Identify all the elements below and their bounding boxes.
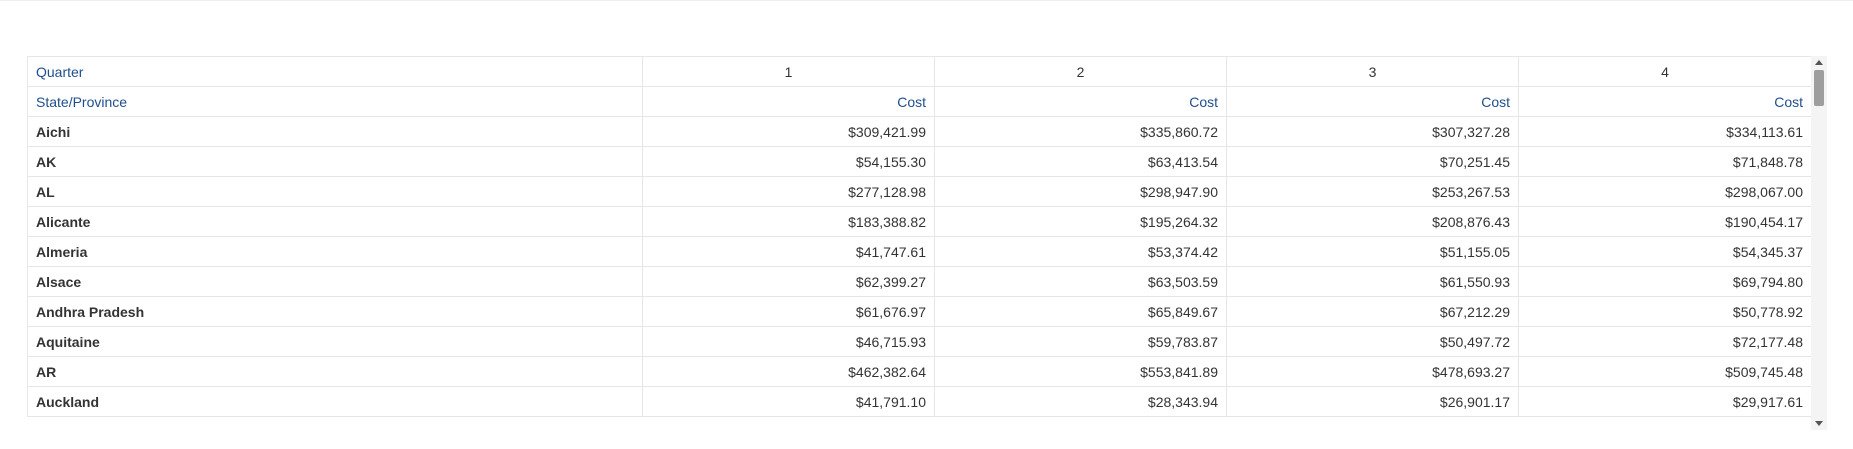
cost-cell-q2[interactable]: $553,841.89 xyxy=(934,356,1227,387)
row-header-state-province[interactable]: Alicante xyxy=(27,206,643,237)
cost-cell-q2[interactable]: $195,264.32 xyxy=(934,206,1227,237)
table-row: Almeria $41,747.61 $53,374.42 $51,155.05 $54… xyxy=(27,236,1812,267)
cost-cell-q2[interactable]: $298,947.90 xyxy=(934,176,1227,207)
cost-cell-q1[interactable]: $62,399.27 xyxy=(642,266,935,297)
cost-cell-q2[interactable]: $28,343.94 xyxy=(934,386,1227,417)
row-header-state-province[interactable]: AK xyxy=(27,146,643,177)
cost-cell-q1[interactable]: $183,388.82 xyxy=(642,206,935,237)
row-header-state-province[interactable]: Andhra Pradesh xyxy=(27,296,643,327)
cost-cell-q4[interactable]: $69,794.80 xyxy=(1518,266,1812,297)
cost-cell-q3[interactable]: $70,251.45 xyxy=(1226,146,1519,177)
row-header-state-province[interactable]: Auckland xyxy=(27,386,643,417)
table-row: Aquitaine $46,715.93 $59,783.87 $50,497.72 $… xyxy=(27,326,1812,357)
cost-cell-q3[interactable]: $61,550.93 xyxy=(1226,266,1519,297)
cost-cell-q1[interactable]: $54,155.30 xyxy=(642,146,935,177)
quarter-header-1[interactable]: 1 xyxy=(642,56,935,87)
cost-cell-q3[interactable]: $50,497.72 xyxy=(1226,326,1519,357)
pivot-grid: Quarter 1 2 3 4 State/Province Cost Cost… xyxy=(27,56,1827,430)
cost-cell-q2[interactable]: $63,503.59 xyxy=(934,266,1227,297)
cost-cell-q2[interactable]: $63,413.54 xyxy=(934,146,1227,177)
cost-cell-q3[interactable]: $478,693.27 xyxy=(1226,356,1519,387)
cost-cell-q4[interactable]: $50,778.92 xyxy=(1518,296,1812,327)
cost-cell-q4[interactable]: $29,917.61 xyxy=(1518,386,1812,417)
cost-cell-q1[interactable]: $61,676.97 xyxy=(642,296,935,327)
quarter-header-row: Quarter 1 2 3 4 xyxy=(27,56,1812,87)
cost-cell-q1[interactable]: $462,382.64 xyxy=(642,356,935,387)
cost-cell-q4[interactable]: $72,177.48 xyxy=(1518,326,1812,357)
measure-header-cost[interactable]: Cost xyxy=(642,86,935,117)
pivot-table: Quarter 1 2 3 4 State/Province Cost Cost… xyxy=(27,56,1812,417)
cost-cell-q2[interactable]: $59,783.87 xyxy=(934,326,1227,357)
cost-cell-q4[interactable]: $190,454.17 xyxy=(1518,206,1812,237)
cost-cell-q1[interactable]: $46,715.93 xyxy=(642,326,935,357)
cost-cell-q3[interactable]: $208,876.43 xyxy=(1226,206,1519,237)
row-header-state-province[interactable]: AR xyxy=(27,356,643,387)
table-row: Andhra Pradesh $61,676.97 $65,849.67 $67,21… xyxy=(27,296,1812,327)
cost-cell-q4[interactable]: $71,848.78 xyxy=(1518,146,1812,177)
quarter-header-4[interactable]: 4 xyxy=(1518,56,1812,87)
cost-cell-q1[interactable]: $41,791.10 xyxy=(642,386,935,417)
cost-cell-q2[interactable]: $335,860.72 xyxy=(934,116,1227,147)
row-header-state-province[interactable]: Aquitaine xyxy=(27,326,643,357)
row-header-state-province[interactable]: Alsace xyxy=(27,266,643,297)
cost-cell-q2[interactable]: $53,374.42 xyxy=(934,236,1227,267)
quarter-header-3[interactable]: 3 xyxy=(1226,56,1519,87)
cost-cell-q1[interactable]: $277,128.98 xyxy=(642,176,935,207)
measure-header-cost[interactable]: Cost xyxy=(934,86,1227,117)
row-header-state-province[interactable]: AL xyxy=(27,176,643,207)
table-row: AK $54,155.30 $63,413.54 $70,251.45 $71,848.… xyxy=(27,146,1812,177)
table-row: Auckland $41,791.10 $28,343.94 $26,901.17 $2… xyxy=(27,386,1812,417)
cost-cell-q4[interactable]: $509,745.48 xyxy=(1518,356,1812,387)
cost-cell-q1[interactable]: $41,747.61 xyxy=(642,236,935,267)
cost-cell-q4[interactable]: $298,067.00 xyxy=(1518,176,1812,207)
row-header-state-province[interactable]: Aichi xyxy=(27,116,643,147)
scrollbar-thumb[interactable] xyxy=(1814,70,1824,106)
quarter-dimension-label[interactable]: Quarter xyxy=(27,56,643,87)
measure-header-cost[interactable]: Cost xyxy=(1226,86,1519,117)
cost-cell-q2[interactable]: $65,849.67 xyxy=(934,296,1227,327)
cost-cell-q4[interactable]: $54,345.37 xyxy=(1518,236,1812,267)
table-row: Aichi $309,421.99 $335,860.72 $307,327.28 $3… xyxy=(27,116,1812,147)
caret-up-icon[interactable] xyxy=(1815,60,1823,65)
measure-header-cost[interactable]: Cost xyxy=(1518,86,1812,117)
cost-cell-q3[interactable]: $67,212.29 xyxy=(1226,296,1519,327)
cost-cell-q4[interactable]: $334,113.61 xyxy=(1518,116,1812,147)
cost-cell-q3[interactable]: $51,155.05 xyxy=(1226,236,1519,267)
row-header-state-province[interactable]: Almeria xyxy=(27,236,643,267)
table-row: AR $462,382.64 $553,841.89 $478,693.27 $509,… xyxy=(27,356,1812,387)
table-row: AL $277,128.98 $298,947.90 $253,267.53 $298,… xyxy=(27,176,1812,207)
table-row: Alicante $183,388.82 $195,264.32 $208,876.4… xyxy=(27,206,1812,237)
quarter-header-2[interactable]: 2 xyxy=(934,56,1227,87)
cost-cell-q1[interactable]: $309,421.99 xyxy=(642,116,935,147)
state-province-dimension-label[interactable]: State/Province xyxy=(27,86,643,117)
caret-down-icon[interactable] xyxy=(1815,421,1823,426)
cost-cell-q3[interactable]: $26,901.17 xyxy=(1226,386,1519,417)
table-row: Alsace $62,399.27 $63,503.59 $61,550.93 $69,… xyxy=(27,266,1812,297)
top-divider xyxy=(0,0,1853,1)
cost-cell-q3[interactable]: $253,267.53 xyxy=(1226,176,1519,207)
measure-header-row: State/Province Cost Cost Cost Cost xyxy=(27,86,1812,117)
vertical-scrollbar[interactable] xyxy=(1811,56,1827,430)
cost-cell-q3[interactable]: $307,327.28 xyxy=(1226,116,1519,147)
